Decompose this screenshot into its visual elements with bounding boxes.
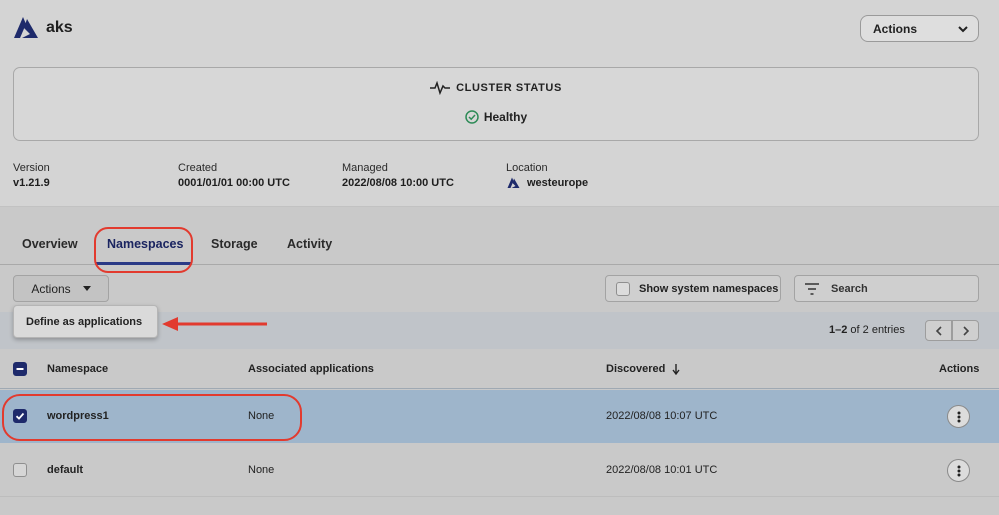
show-system-label: Show system namespaces bbox=[639, 282, 779, 295]
chevron-down-icon bbox=[958, 25, 968, 32]
version-value: v1.21.9 bbox=[13, 177, 50, 189]
column-header-discovered[interactable]: Discovered bbox=[606, 363, 665, 375]
show-system-namespaces-toggle[interactable]: Show system namespaces bbox=[605, 275, 781, 302]
select-all-checkbox[interactable] bbox=[13, 362, 27, 376]
annotation-highlight-tab bbox=[94, 227, 193, 273]
annotation-arrow-icon bbox=[162, 317, 267, 331]
row-checkbox[interactable] bbox=[13, 463, 27, 477]
cell-namespace: default bbox=[47, 464, 84, 476]
pagination-entries: 1–2 of 2 entries bbox=[829, 324, 905, 336]
pagination-range: 1–2 bbox=[829, 324, 848, 336]
cluster-status-title: CLUSTER STATUS bbox=[456, 82, 562, 94]
cell-discovered: 2022/08/08 10:07 UTC bbox=[606, 410, 718, 422]
pagination-total: of 2 entries bbox=[850, 324, 905, 336]
kebab-icon bbox=[957, 411, 960, 422]
tab-overview[interactable]: Overview bbox=[22, 237, 78, 251]
cell-associated: None bbox=[248, 464, 275, 476]
indeterminate-icon bbox=[16, 368, 24, 370]
header-actions-label: Actions bbox=[873, 21, 918, 36]
tab-storage[interactable]: Storage bbox=[211, 237, 258, 251]
column-header-associated-applications[interactable]: Associated applications bbox=[248, 363, 374, 375]
namespace-actions-button[interactable]: Actions bbox=[13, 275, 109, 302]
column-header-actions: Actions bbox=[939, 363, 980, 375]
next-page-button[interactable] bbox=[952, 320, 979, 341]
row-menu-button[interactable] bbox=[947, 459, 970, 482]
show-system-checkbox[interactable] bbox=[616, 281, 630, 296]
search-placeholder: Search bbox=[831, 282, 868, 295]
location-value: westeurope bbox=[527, 177, 589, 189]
azure-logo-icon bbox=[14, 17, 38, 38]
managed-label: Managed bbox=[342, 162, 388, 174]
cell-discovered: 2022/08/08 10:01 UTC bbox=[606, 464, 718, 476]
header-actions-button[interactable]: Actions bbox=[860, 15, 979, 42]
sort-down-arrow-icon bbox=[672, 364, 680, 375]
caret-down-icon bbox=[82, 285, 91, 291]
actions-dropdown-menu: Define as applications bbox=[13, 305, 158, 338]
heartbeat-icon bbox=[430, 81, 451, 95]
annotation-highlight-row bbox=[2, 394, 302, 441]
version-label: Version bbox=[13, 162, 50, 174]
row-menu-button[interactable] bbox=[947, 405, 970, 428]
cluster-status-value-wrap: Healthy bbox=[14, 110, 978, 124]
created-label: Created bbox=[178, 162, 218, 174]
cluster-status-value: Healthy bbox=[483, 110, 528, 124]
table-header: Namespace Associated applications Discov… bbox=[0, 350, 999, 389]
chevron-right-icon bbox=[962, 325, 969, 336]
search-input[interactable]: Search bbox=[794, 275, 979, 302]
tab-activity[interactable]: Activity bbox=[287, 237, 332, 251]
column-header-namespace[interactable]: Namespace bbox=[47, 363, 108, 375]
table-row[interactable]: default None 2022/08/08 10:01 UTC bbox=[0, 444, 999, 497]
menu-item-define-as-applications[interactable]: Define as applications bbox=[26, 316, 142, 328]
check-circle-icon bbox=[465, 110, 479, 124]
filter-icon bbox=[805, 282, 819, 295]
namespace-actions-label: Actions bbox=[31, 281, 71, 296]
cluster-status-panel: CLUSTER STATUS Healthy bbox=[13, 67, 979, 141]
created-value: 0001/01/01 00:00 UTC bbox=[178, 177, 290, 189]
chevron-left-icon bbox=[935, 325, 942, 336]
location-label: Location bbox=[506, 162, 548, 174]
azure-location-icon bbox=[507, 177, 520, 188]
prev-page-button[interactable] bbox=[925, 320, 952, 341]
kebab-icon bbox=[957, 465, 960, 476]
managed-value: 2022/08/08 10:00 UTC bbox=[342, 177, 454, 189]
cluster-status-heading: CLUSTER STATUS bbox=[14, 81, 978, 95]
page-title: aks bbox=[46, 19, 73, 36]
